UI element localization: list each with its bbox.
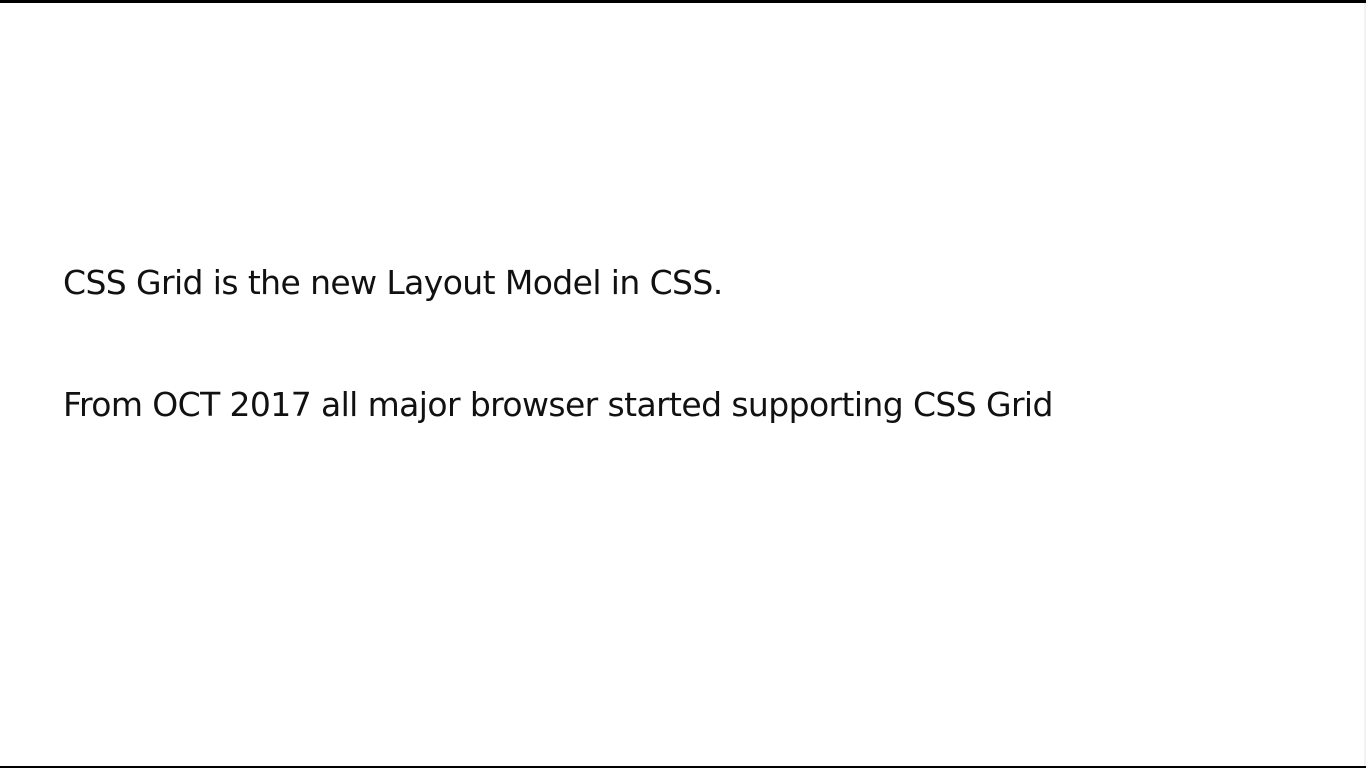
slide-text-line-2: From OCT 2017 all major browser started … — [63, 385, 1053, 424]
presentation-slide: CSS Grid is the new Layout Model in CSS.… — [0, 3, 1364, 766]
slide-text-line-1: CSS Grid is the new Layout Model in CSS. — [63, 263, 723, 302]
